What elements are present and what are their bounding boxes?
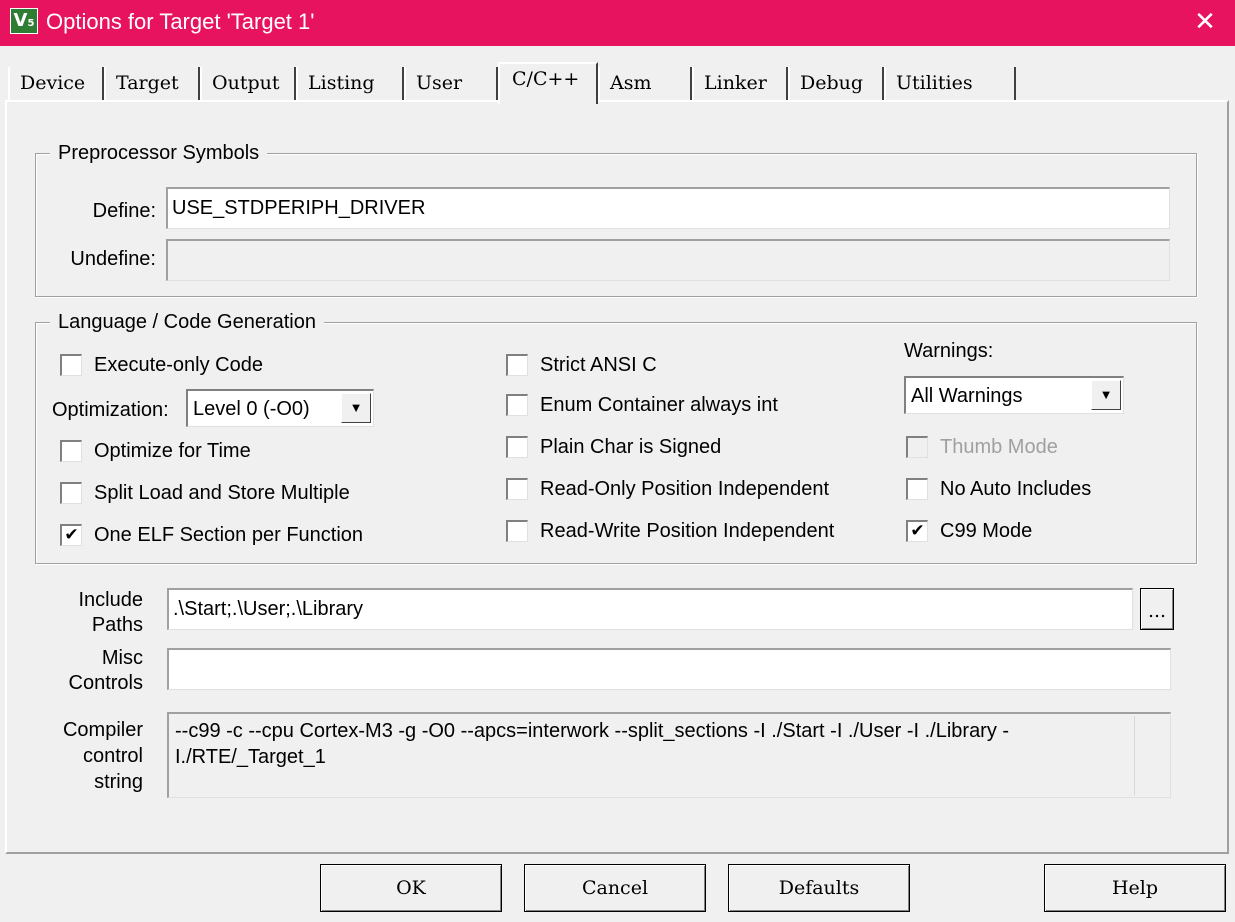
language-legend: Language / Code Generation <box>50 309 324 335</box>
include-paths-input[interactable]: .\Start;.\User;.\Library <box>167 588 1133 630</box>
warnings-label: Warnings: <box>904 340 994 362</box>
compiler-control-label-1: Compiler <box>62 719 143 741</box>
compiler-control-label-2: control <box>82 745 143 767</box>
close-icon[interactable]: ✕ <box>1175 0 1235 46</box>
checkbox-box[interactable]: ✔ <box>60 524 82 546</box>
checkbox-box[interactable] <box>60 482 82 504</box>
checkbox-box[interactable] <box>506 354 528 376</box>
language-group: Language / Code Generation Execute-only … <box>35 309 1197 564</box>
checkbox-box[interactable] <box>506 394 528 416</box>
preprocessor-group: Preprocessor Symbols Define: USE_STDPERI… <box>35 140 1197 297</box>
checkbox-box[interactable] <box>60 354 82 376</box>
compiler-control-string: --c99 -c --cpu Cortex-M3 -g -O0 --apcs=i… <box>167 712 1171 798</box>
misc-controls-input[interactable] <box>167 648 1171 690</box>
uvision-icon: V5 <box>10 8 38 34</box>
tab-utilities[interactable]: Utilities <box>884 67 1016 102</box>
defaults-button[interactable]: Defaults <box>728 864 910 912</box>
misc-controls-label-2: Controls <box>68 672 143 694</box>
undefine-input <box>166 239 1170 281</box>
checkbox-box[interactable] <box>506 520 528 542</box>
cancel-button[interactable]: Cancel <box>524 864 706 912</box>
include-paths-label-1: Include <box>78 589 144 611</box>
compiler-control-label-3: string <box>94 771 143 793</box>
checkbox-box[interactable] <box>906 478 928 500</box>
warnings-select[interactable]: All Warnings ▼ <box>904 376 1124 414</box>
window-title: Options for Target 'Target 1' <box>46 9 315 34</box>
help-button[interactable]: Help <box>1044 864 1226 912</box>
checkbox-box[interactable] <box>60 440 82 462</box>
define-input[interactable]: USE_STDPERIPH_DRIVER <box>166 187 1170 229</box>
tab-asm[interactable]: Asm <box>598 67 692 102</box>
include-paths-browse-button[interactable]: ... <box>1140 588 1174 630</box>
checkbox-box[interactable] <box>506 436 528 458</box>
checkbox-box[interactable]: ✔ <box>906 520 928 542</box>
undefine-label: Undefine: <box>70 248 156 270</box>
ok-button[interactable]: OK <box>320 864 502 912</box>
tab-listing[interactable]: Listing <box>296 67 404 102</box>
title-bar: V5 Options for Target 'Target 1' ✕ <box>0 0 1235 46</box>
misc-controls-label-1: Misc <box>101 647 143 669</box>
preprocessor-legend: Preprocessor Symbols <box>50 140 268 166</box>
define-label: Define: <box>92 200 156 222</box>
tab-panel: Preprocessor Symbols Define: USE_STDPERI… <box>5 100 1229 854</box>
chevron-down-icon[interactable]: ▼ <box>341 393 371 423</box>
tab-target[interactable]: Target <box>104 67 200 102</box>
include-paths-label-2: Paths <box>91 614 143 636</box>
tab-device[interactable]: Device <box>8 67 104 102</box>
optimization-label: Optimization: <box>52 399 169 421</box>
chevron-down-icon[interactable]: ▼ <box>1091 380 1121 410</box>
tab-user[interactable]: User <box>404 67 498 102</box>
checkbox-box <box>906 436 928 458</box>
tab-debug[interactable]: Debug <box>788 67 884 102</box>
tab-output[interactable]: Output <box>200 67 296 102</box>
checkbox-box[interactable] <box>506 478 528 500</box>
compiler-control-text: --c99 -c --cpu Cortex-M3 -g -O0 --apcs=i… <box>175 720 1010 768</box>
tab-linker[interactable]: Linker <box>692 67 788 102</box>
optimization-select[interactable]: Level 0 (-O0) ▼ <box>186 389 374 427</box>
vertical-scrollbar[interactable] <box>1134 716 1168 795</box>
tab-c-cpp[interactable]: C/C++ <box>498 62 598 104</box>
